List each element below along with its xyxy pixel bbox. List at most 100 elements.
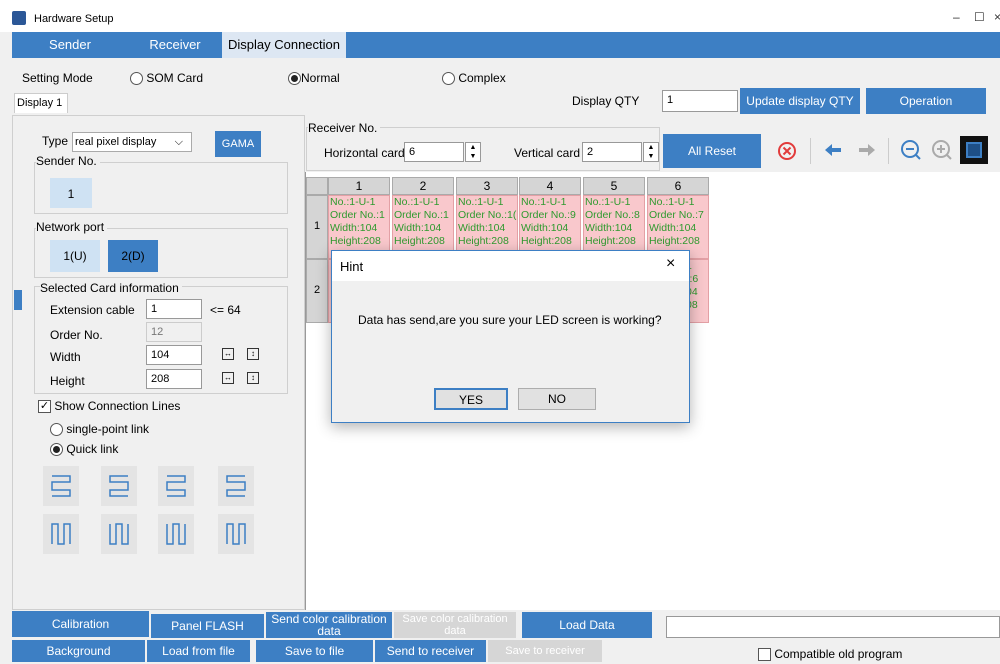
display-qty-input[interactable]: 1 xyxy=(662,90,738,112)
pattern-icon-8[interactable] xyxy=(218,514,254,554)
complex-label: Complex xyxy=(458,71,506,85)
vertical-card-input[interactable]: 2 xyxy=(582,142,642,162)
port-2d-button[interactable]: 2(D) xyxy=(108,240,158,272)
zoom-out-icon[interactable] xyxy=(900,139,922,161)
type-select[interactable]: real pixel display ⌵ xyxy=(72,132,192,152)
card-no: No.:1-U-1 xyxy=(521,196,567,208)
card-height: Height:208 xyxy=(458,235,509,247)
vertical-card-label: Vertical card xyxy=(514,146,581,160)
gama-button[interactable]: GAMA xyxy=(215,131,261,157)
redo-icon[interactable] xyxy=(857,142,877,158)
normal-label: Normal xyxy=(301,71,340,85)
height-input[interactable]: 208 xyxy=(146,369,202,389)
tab-display-connection[interactable]: Display Connection xyxy=(222,32,346,58)
maximize-button[interactable]: ☐ xyxy=(974,10,985,24)
pattern-icon-5[interactable] xyxy=(43,514,79,554)
save-to-file-button[interactable]: Save to file xyxy=(256,640,373,662)
port-1u-button[interactable]: 1(U) xyxy=(50,240,100,272)
receiver-no-label: Receiver No. xyxy=(308,121,381,135)
compatible-old-program-checkbox[interactable]: Compatible old program xyxy=(758,647,903,662)
yes-button[interactable]: YES xyxy=(434,388,508,410)
send-color-calibration-button[interactable]: Send color calibration data xyxy=(266,612,392,638)
card-no: No.:1-U-1 xyxy=(585,196,631,208)
type-value: real pixel display xyxy=(75,136,157,148)
width-label: Width xyxy=(50,350,81,364)
pattern-icon-6[interactable] xyxy=(101,514,137,554)
width-fit-icon[interactable]: ↕ xyxy=(247,348,259,360)
load-from-file-button[interactable]: Load from file xyxy=(147,640,250,662)
pattern-icon-2[interactable] xyxy=(101,466,137,506)
zoom-in-icon[interactable] xyxy=(931,139,953,161)
no-button[interactable]: NO xyxy=(518,388,596,410)
row-header: 1 xyxy=(306,195,328,259)
type-label: Type xyxy=(42,134,69,148)
dialog-close-icon[interactable]: × xyxy=(666,255,675,273)
compatible-old-program-label: Compatible old program xyxy=(774,647,903,661)
dialog-message: Data has send,are you sure your LED scre… xyxy=(358,313,662,327)
card-width: Width:104 xyxy=(585,222,633,234)
card-height: Height:208 xyxy=(330,235,381,247)
card-order: Order No.:8 xyxy=(585,209,640,221)
row-header: 2 xyxy=(306,259,328,323)
minimize-button[interactable]: – xyxy=(953,10,960,24)
card-height: Height:208 xyxy=(585,235,636,247)
main-tab-bar: Sender Receiver Display Connection xyxy=(12,32,1000,58)
panel-flash-button[interactable]: Panel FLASH xyxy=(151,614,264,638)
operation-button[interactable]: Operation xyxy=(866,88,986,114)
toolbar-divider xyxy=(810,138,811,164)
pattern-icon-3[interactable] xyxy=(158,466,194,506)
card-width: Width:104 xyxy=(458,222,506,234)
undo-icon[interactable] xyxy=(823,142,843,158)
normal-radio[interactable]: Normal xyxy=(288,71,340,86)
clear-x-icon[interactable] xyxy=(777,141,797,161)
pattern-icon-1[interactable] xyxy=(43,466,79,506)
card-order: Order No.:9 xyxy=(521,209,576,221)
tab-receiver[interactable]: Receiver xyxy=(130,32,220,58)
height-expand-icon[interactable]: ↔ xyxy=(222,372,234,384)
background-button[interactable]: Background xyxy=(12,640,145,662)
complex-radio[interactable]: Complex xyxy=(442,71,506,86)
collapse-arrow-icon[interactable] xyxy=(14,290,22,310)
height-label: Height xyxy=(50,374,85,388)
setting-mode-label: Setting Mode xyxy=(22,71,93,85)
show-connection-lines-checkbox[interactable]: ✓ Show Connection Lines xyxy=(38,399,180,414)
height-fit-icon[interactable]: ↕ xyxy=(247,372,259,384)
title-bar: Hardware Setup – ☐ × xyxy=(0,0,1000,32)
card-width: Width:104 xyxy=(330,222,378,234)
toolbar-divider xyxy=(888,138,889,164)
window-title: Hardware Setup xyxy=(34,13,114,25)
update-display-qty-button[interactable]: Update display QTY xyxy=(740,88,860,114)
send-to-receiver-button[interactable]: Send to receiver xyxy=(375,640,486,662)
card-height: Height:208 xyxy=(394,235,445,247)
card-order: Order No.:1 xyxy=(394,209,449,221)
extension-cable-input[interactable]: 1 xyxy=(146,299,202,319)
som-card-radio[interactable]: SOM Card xyxy=(130,71,203,86)
close-window-button[interactable]: × xyxy=(994,10,1000,24)
order-no-input: 12 xyxy=(146,322,202,342)
card-order: Order No.:1( xyxy=(458,209,517,221)
calibration-button[interactable]: Calibration xyxy=(12,611,149,637)
tab-display-1[interactable]: Display 1 xyxy=(14,93,68,113)
display-qty-label: Display QTY xyxy=(572,94,640,108)
app-icon xyxy=(12,11,26,25)
extension-limit-text: <= 64 xyxy=(210,303,241,317)
column-header: 6 xyxy=(647,177,709,195)
all-reset-button[interactable]: All Reset xyxy=(663,134,761,168)
extension-cable-label: Extension cable xyxy=(50,303,135,317)
vertical-spinner-icon[interactable]: ▲ ▼ xyxy=(643,142,659,162)
horizontal-card-input[interactable]: 6 xyxy=(404,142,464,162)
dialog-title-bar xyxy=(332,251,689,281)
horizontal-spinner-icon[interactable]: ▲ ▼ xyxy=(465,142,481,162)
pattern-icon-4[interactable] xyxy=(218,466,254,506)
order-no-label: Order No. xyxy=(50,328,103,342)
status-field xyxy=(666,616,1000,638)
pattern-icon-7[interactable] xyxy=(158,514,194,554)
width-input[interactable]: 104 xyxy=(146,345,202,365)
width-expand-icon[interactable]: ↔ xyxy=(222,348,234,360)
single-point-link-radio[interactable]: single-point link xyxy=(50,422,149,437)
tab-sender[interactable]: Sender xyxy=(30,32,110,58)
sender-1-button[interactable]: 1 xyxy=(50,178,92,208)
fit-screen-icon[interactable] xyxy=(960,136,988,164)
load-data-button[interactable]: Load Data xyxy=(522,612,652,638)
quick-link-radio[interactable]: Quick link xyxy=(50,442,118,457)
